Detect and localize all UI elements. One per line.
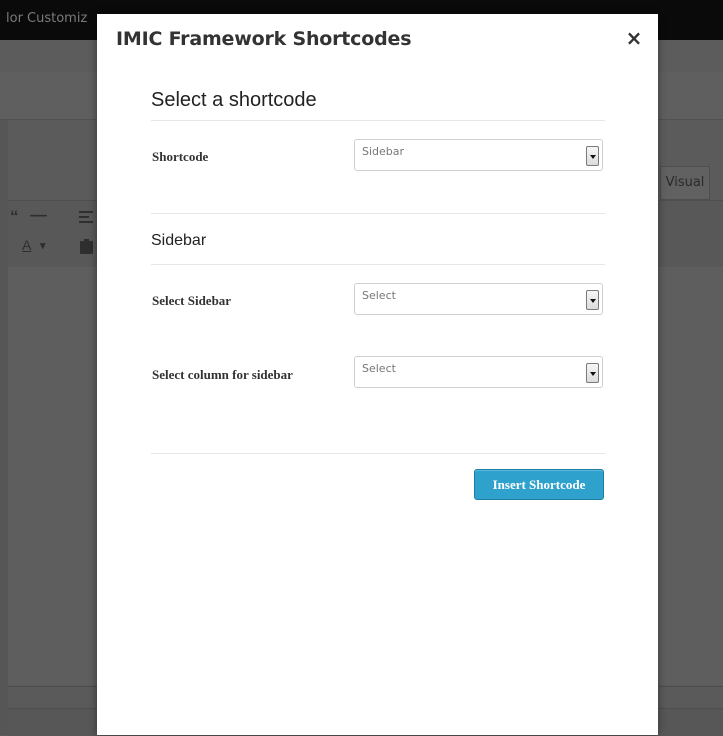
divider [151, 264, 605, 265]
shortcode-select[interactable]: Sidebar [354, 139, 603, 171]
select-sidebar-dropdown[interactable]: Select [354, 283, 603, 315]
select-sidebar-label: Select Sidebar [152, 293, 232, 308]
shortcode-select-value: Sidebar [362, 145, 405, 158]
visual-tab[interactable]: Visual [660, 166, 710, 200]
quote-icon[interactable]: “ [10, 207, 19, 227]
chevron-down-icon[interactable] [586, 290, 599, 310]
divider [151, 453, 605, 454]
modal-title: IMIC Framework Shortcodes [116, 28, 412, 50]
close-icon[interactable]: × [624, 28, 644, 48]
text-color-icon[interactable]: A [22, 237, 31, 253]
divider [151, 213, 605, 214]
select-shortcode-heading: Select a shortcode [151, 89, 317, 111]
select-column-dropdown[interactable]: Select [354, 356, 603, 388]
chevron-down-icon[interactable] [586, 363, 599, 383]
align-icon[interactable] [79, 211, 93, 223]
background-edge [0, 120, 8, 735]
chevron-down-icon[interactable] [586, 146, 599, 166]
select-sidebar-value: Select [362, 289, 396, 302]
admin-bar-customize-link[interactable]: lor Customiz [6, 11, 87, 26]
modal-header: IMIC Framework Shortcodes × [97, 14, 658, 62]
sidebar-section-heading: Sidebar [151, 232, 207, 249]
divider [151, 120, 605, 121]
select-column-label: Select column for sidebar [152, 367, 293, 382]
insert-shortcode-button[interactable]: Insert Shortcode [474, 469, 604, 500]
shortcode-label: Shortcode [152, 149, 209, 164]
select-column-value: Select [362, 362, 396, 375]
dropdown-arrow-icon[interactable]: ▾ [40, 239, 46, 252]
paste-icon[interactable] [80, 239, 93, 254]
shortcode-modal: IMIC Framework Shortcodes × Select a sho… [97, 14, 658, 735]
horizontal-rule-icon[interactable]: — [30, 205, 47, 225]
